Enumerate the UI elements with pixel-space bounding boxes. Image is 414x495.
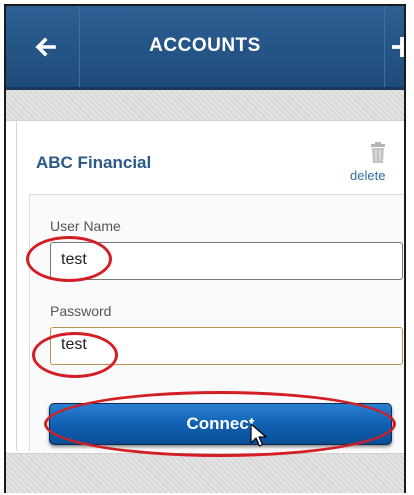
username-field[interactable]: test (50, 242, 403, 280)
app-window: ACCOUNTS ABC Financial delete User Name … (4, 4, 406, 493)
password-field[interactable]: test (50, 327, 403, 365)
plus-icon (392, 37, 404, 57)
mouse-cursor-icon (250, 423, 267, 447)
password-label: Password (50, 303, 112, 319)
top-separator (6, 90, 404, 121)
app-header: ACCOUNTS (6, 6, 404, 90)
username-label: User Name (50, 218, 121, 234)
account-name: ABC Financial (36, 153, 152, 172)
page-title: ACCOUNTS (149, 35, 261, 56)
add-account-button[interactable] (384, 6, 404, 87)
connect-button[interactable]: Connect (49, 403, 392, 445)
account-card: ABC Financial delete User Name test Pass… (16, 121, 404, 452)
bottom-separator (6, 453, 404, 493)
trash-icon[interactable] (369, 142, 387, 164)
delete-link[interactable]: delete (350, 168, 385, 183)
